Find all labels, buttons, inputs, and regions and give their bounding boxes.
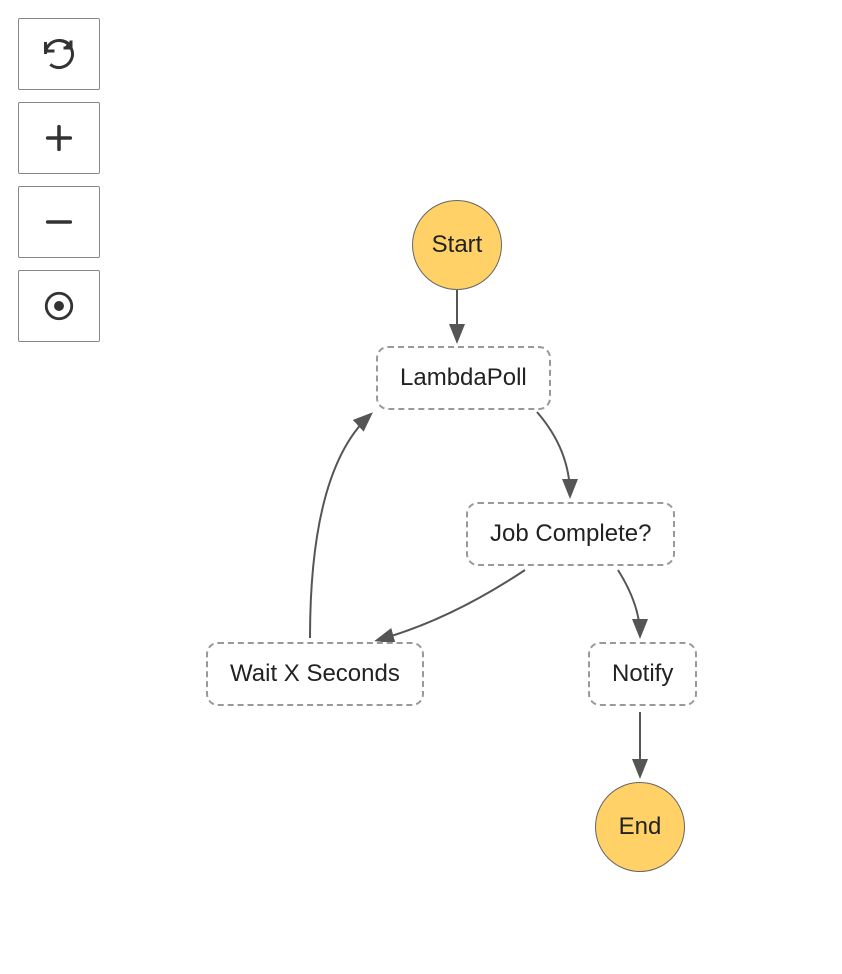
start-node[interactable]: Start bbox=[412, 200, 502, 290]
diagram-edges bbox=[0, 0, 842, 974]
end-node[interactable]: End bbox=[595, 782, 685, 872]
notify-node[interactable]: Notify bbox=[588, 642, 697, 706]
start-label: Start bbox=[432, 231, 483, 259]
end-label: End bbox=[619, 813, 662, 841]
job-complete-node[interactable]: Job Complete? bbox=[466, 502, 675, 566]
lambdapoll-label: LambdaPoll bbox=[400, 364, 527, 392]
wait-node[interactable]: Wait X Seconds bbox=[206, 642, 424, 706]
notify-label: Notify bbox=[612, 660, 673, 688]
wait-label: Wait X Seconds bbox=[230, 660, 400, 688]
lambdapoll-node[interactable]: LambdaPoll bbox=[376, 346, 551, 410]
job-complete-label: Job Complete? bbox=[490, 520, 651, 548]
